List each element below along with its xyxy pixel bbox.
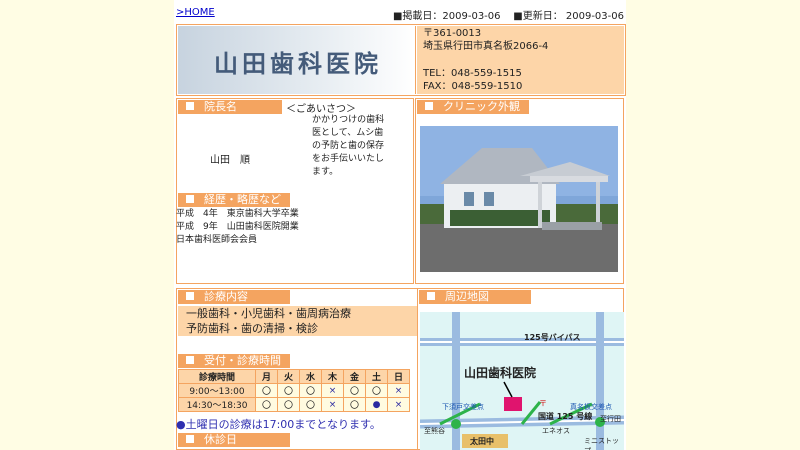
services-heading: 診療内容 bbox=[178, 290, 290, 304]
services-line-2: 予防歯科・歯の清掃・検診 bbox=[186, 322, 318, 335]
table-row: 9:00～13:00 〇 〇 〇 × 〇 〇 × bbox=[178, 383, 410, 398]
career-heading-text: 経歴・略歴など bbox=[204, 193, 281, 206]
table-header-cell: 月 bbox=[255, 369, 278, 384]
square-icon bbox=[186, 435, 194, 443]
table-cell: 〇 bbox=[343, 397, 366, 412]
table-cell-time: 9:00～13:00 bbox=[178, 383, 256, 398]
greeting-line: かかりつけの歯科 bbox=[312, 115, 385, 125]
table-header-cell: 金 bbox=[343, 369, 366, 384]
table-cell: 〇 bbox=[255, 397, 278, 412]
clinic-logo: 山田歯科医院 bbox=[178, 26, 416, 94]
area-map: 125号バイパス 山田歯科医院 下須戸交差点 真名板交差点 〒 国道 125 号… bbox=[420, 312, 624, 450]
home-link[interactable]: >HOME bbox=[176, 7, 215, 18]
map-heading-text: 周辺地図 bbox=[445, 290, 489, 303]
table-cell: 〇 bbox=[365, 383, 388, 398]
square-icon bbox=[425, 102, 433, 110]
table-cell: 〇 bbox=[255, 383, 278, 398]
address-spacer bbox=[423, 53, 618, 67]
map-label-clinic: 山田歯科医院 bbox=[464, 366, 537, 380]
map-label-bypass: 125号バイパス bbox=[524, 333, 581, 342]
table-cell: × bbox=[321, 383, 344, 398]
home-link-wrap: >HOME bbox=[176, 7, 215, 18]
map-label-eneos: エネオス bbox=[542, 427, 570, 435]
table-cell-time: 14:30～18:30 bbox=[178, 397, 256, 412]
map-label-shimosu: 下須戸交差点 bbox=[442, 403, 484, 411]
hours-table: 診療時間 月 火 水 木 金 土 日 9:00～13:00 〇 〇 〇 × 〇 … bbox=[178, 369, 410, 412]
map-label-minishop: ミニストップ bbox=[584, 437, 619, 450]
greeting-text: かかりつけの歯科 医として、ムシ歯 の予防と歯の保存 をお手伝いいたし ます。 bbox=[312, 114, 412, 179]
square-icon bbox=[186, 292, 194, 300]
table-header-cell: 火 bbox=[277, 369, 300, 384]
map-roads bbox=[420, 312, 624, 450]
address-block: 〒361-0013 埼玉県行田市真名板2066-4 TEL：048-559-15… bbox=[417, 26, 624, 94]
career-line: 日本歯科医師会会員 bbox=[176, 235, 258, 245]
top-bar: >HOME ■掲載日：2009-03-06 ■更新日： 2009-03-06 bbox=[174, 6, 626, 22]
updated-date: ■更新日： 2009-03-06 bbox=[513, 11, 624, 22]
services-line-1: 一般歯科・小児歯科・歯周病治療 bbox=[186, 307, 351, 320]
career-heading: 経歴・略歴など bbox=[178, 193, 290, 207]
square-icon bbox=[186, 356, 194, 364]
table-cell: ● bbox=[365, 397, 388, 412]
clinic-exterior-photo bbox=[420, 126, 618, 272]
table-cell: 〇 bbox=[299, 397, 322, 412]
table-header-cell: 土 bbox=[365, 369, 388, 384]
table-cell: 〇 bbox=[277, 397, 300, 412]
clinic-header: 山田歯科医院 〒361-0013 埼玉県行田市真名板2066-4 TEL：048… bbox=[176, 24, 626, 96]
map-label-kokudo: 国道 125 号線 bbox=[538, 412, 593, 421]
greeting-line: の予防と歯の保存 bbox=[312, 141, 385, 151]
greeting-line: 医として、ムシ歯 bbox=[312, 128, 384, 138]
greeting-line: ます。 bbox=[312, 167, 339, 177]
greeting-line: をお手伝いいたし bbox=[312, 154, 385, 164]
table-header-cell: 木 bbox=[321, 369, 344, 384]
table-header-cell: 日 bbox=[387, 369, 410, 384]
table-header-cell: 水 bbox=[299, 369, 322, 384]
table-cell: × bbox=[387, 383, 410, 398]
map-label-kumagaya: 至熊谷 bbox=[424, 427, 445, 435]
fax-number: FAX：048-559-1510 bbox=[423, 81, 523, 92]
table-cell: × bbox=[387, 397, 410, 412]
square-icon bbox=[186, 195, 194, 203]
exterior-heading: クリニック外観 bbox=[417, 100, 529, 114]
director-heading: 院長名 bbox=[178, 100, 282, 114]
holiday-heading: 休診日 bbox=[178, 433, 290, 447]
page-container: >HOME ■掲載日：2009-03-06 ■更新日： 2009-03-06 山… bbox=[174, 0, 626, 450]
square-icon bbox=[186, 102, 194, 110]
table-cell: × bbox=[321, 397, 344, 412]
street-address: 埼玉県行田市真名板2066-4 bbox=[423, 41, 549, 52]
exterior-heading-text: クリニック外観 bbox=[443, 100, 520, 113]
holiday-heading-text: 休診日 bbox=[204, 433, 237, 446]
map-label-post: 〒 bbox=[539, 399, 547, 408]
tel-number: TEL：048-559-1515 bbox=[423, 68, 522, 79]
table-cell: 〇 bbox=[343, 383, 366, 398]
hours-heading: 受付・診療時間 bbox=[178, 354, 290, 368]
postal-code: 〒361-0013 bbox=[423, 28, 482, 39]
map-label-gyoda: 至行田 bbox=[600, 415, 621, 423]
services-heading-text: 診療内容 bbox=[204, 290, 248, 303]
table-cell: 〇 bbox=[277, 383, 300, 398]
posted-date: ■掲載日：2009-03-06 bbox=[392, 11, 501, 22]
director-name: 山田 順 bbox=[210, 155, 250, 166]
hours-heading-text: 受付・診療時間 bbox=[204, 354, 281, 367]
career-list: 平成 4年 東京歯科大学卒業 平成 9年 山田歯科医院開業 日本歯科医師会会員 bbox=[176, 208, 299, 247]
table-cell: 〇 bbox=[299, 383, 322, 398]
clinic-name: 山田歯科医院 bbox=[214, 49, 382, 78]
table-header-row: 診療時間 月 火 水 木 金 土 日 bbox=[178, 369, 410, 384]
director-heading-text: 院長名 bbox=[204, 100, 237, 113]
table-header-cell: 診療時間 bbox=[178, 369, 256, 384]
map-heading: 周辺地図 bbox=[419, 290, 531, 304]
table-row: 14:30～18:30 〇 〇 〇 × 〇 ● × bbox=[178, 397, 410, 412]
greeting-title: ＜ごあいさつ＞ bbox=[286, 104, 356, 115]
saturday-note: ●土曜日の診療は17:00までとなります。 bbox=[176, 418, 381, 431]
square-icon bbox=[427, 292, 435, 300]
career-line: 平成 4年 東京歯科大学卒業 bbox=[176, 209, 299, 219]
map-label-ota: 太田中 bbox=[470, 437, 494, 446]
career-line: 平成 9年 山田歯科医院開業 bbox=[176, 222, 299, 232]
date-info: ■掲載日：2009-03-06 ■更新日： 2009-03-06 bbox=[393, 7, 624, 22]
